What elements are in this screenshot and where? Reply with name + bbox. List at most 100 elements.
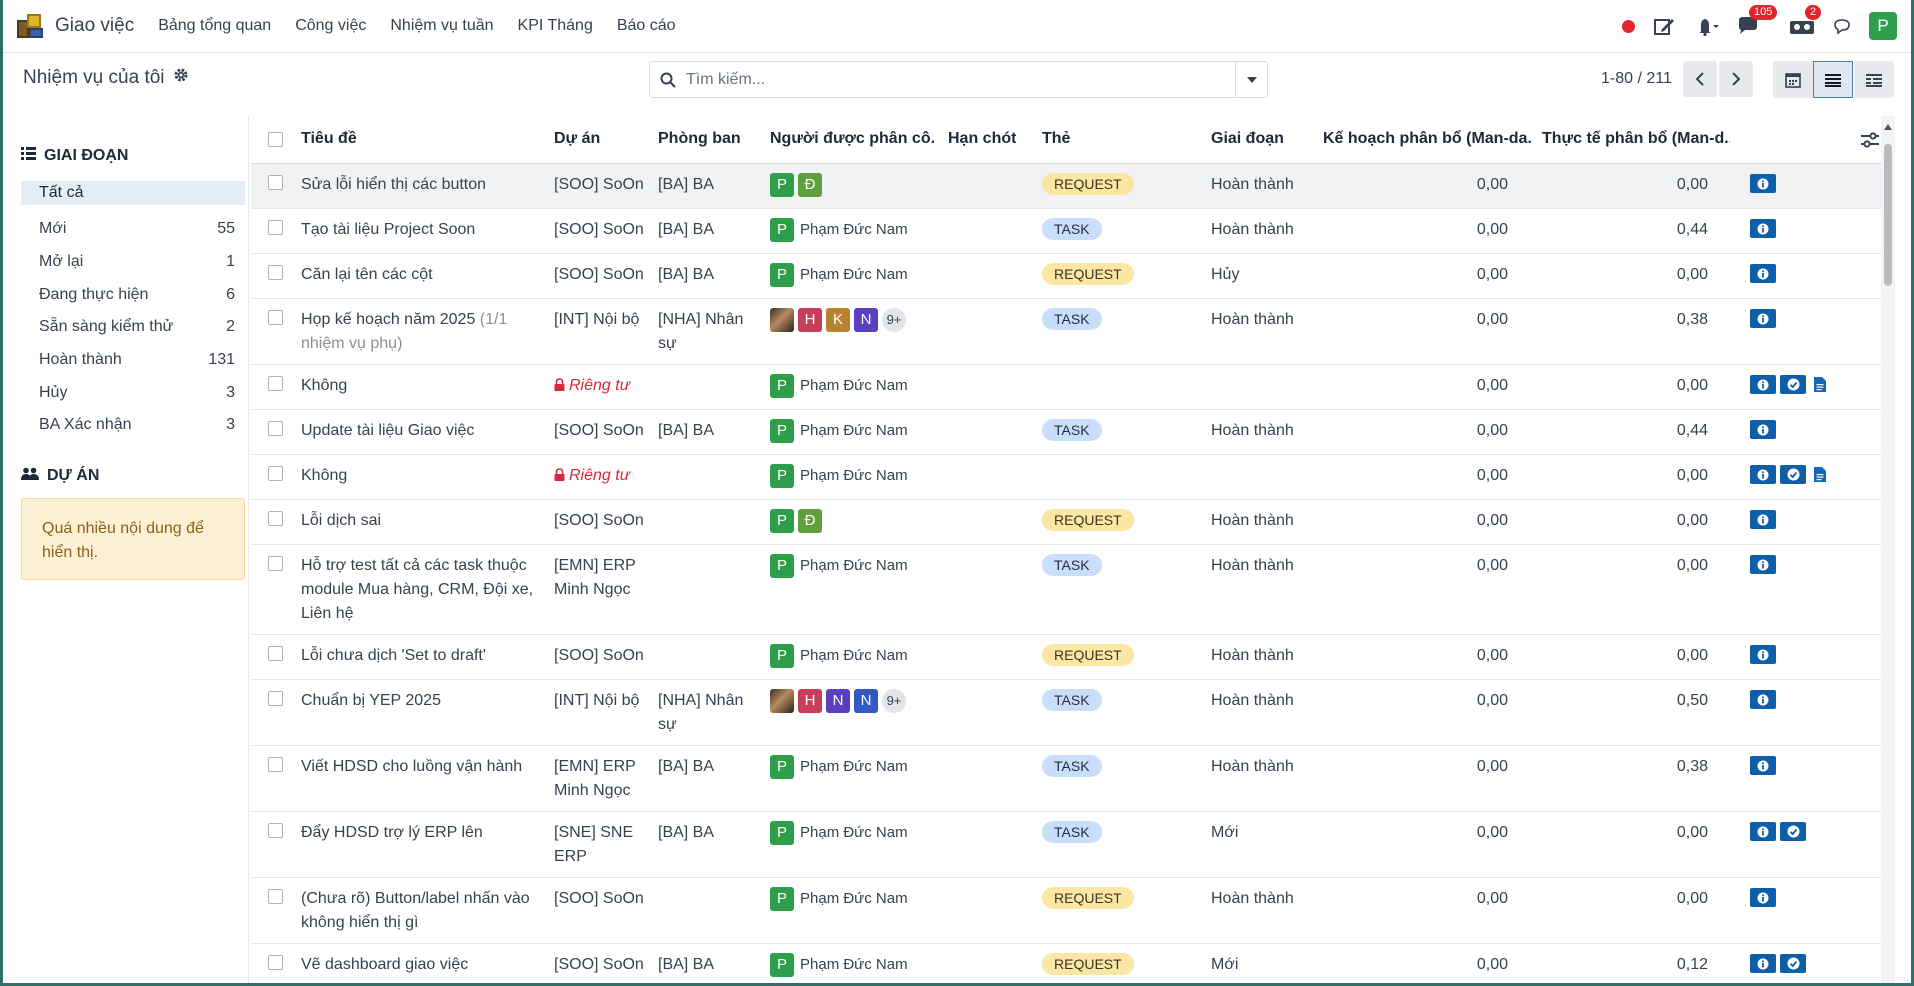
info-icon[interactable]	[1750, 756, 1776, 775]
assignee-avatar[interactable]: P	[770, 263, 794, 287]
stage-filter-done[interactable]: Hoàn thành 131	[21, 344, 245, 377]
row-checkbox[interactable]	[268, 556, 283, 571]
assignee-avatar[interactable]: P	[770, 374, 794, 398]
task-project[interactable]: [SNE] SNE ERP	[554, 821, 650, 869]
table-row[interactable]: Vẽ dashboard giao việc [SOO] SoOn [BA] BA P…	[251, 944, 1895, 983]
assignee-avatar[interactable]: P	[770, 419, 794, 443]
app-name[interactable]: Giao việc	[55, 15, 134, 37]
menu-dashboard[interactable]: Bảng tổng quan	[158, 17, 271, 35]
menu-kpi-month[interactable]: KPI Tháng	[518, 17, 593, 35]
task-title[interactable]: Không	[301, 464, 541, 488]
tag-task[interactable]: TASK	[1042, 755, 1102, 777]
info-icon[interactable]	[1750, 264, 1776, 283]
tag-request[interactable]: REQUEST	[1042, 953, 1134, 975]
row-checkbox[interactable]	[268, 646, 283, 661]
column-planned-allocation[interactable]: Kế hoạch phân bổ (Man-da...	[1323, 130, 1532, 148]
task-department[interactable]: [BA] BA	[658, 263, 756, 287]
table-row[interactable]: Đẩy HDSD trợ lý ERP lên [SNE] SNE ERP [BA]…	[251, 812, 1895, 878]
task-department[interactable]: [BA] BA	[658, 755, 756, 779]
task-project[interactable]: [INT] Nội bộ	[554, 689, 650, 713]
task-title[interactable]: Update tài liệu Giao việc	[301, 419, 541, 443]
scrollbar-thumb[interactable]	[1884, 144, 1892, 286]
task-title[interactable]: Căn lại tên các cột	[301, 263, 541, 287]
activities-icon[interactable]: 2	[1789, 5, 1822, 36]
task-title[interactable]: Chuẩn bị YEP 2025	[301, 689, 541, 713]
column-department[interactable]: Phòng ban	[658, 130, 741, 148]
assignee-avatar[interactable]: P	[770, 755, 794, 779]
info-icon[interactable]	[1750, 555, 1776, 574]
task-assignees[interactable]: P Phạm Đức Nam	[770, 887, 908, 911]
task-stage[interactable]: Hoàn thành	[1211, 644, 1294, 668]
pager-next-button[interactable]	[1719, 61, 1753, 97]
task-project[interactable]: [SOO] SoOn	[554, 263, 650, 287]
check-icon[interactable]	[1780, 375, 1806, 394]
messages-icon[interactable]: 105	[1737, 5, 1778, 36]
row-checkbox[interactable]	[268, 691, 283, 706]
stage-filter-all[interactable]: Tất cả	[21, 181, 245, 205]
more-assignees-badge[interactable]: 9+	[882, 308, 906, 332]
row-checkbox[interactable]	[268, 220, 283, 235]
info-icon[interactable]	[1750, 645, 1776, 664]
row-checkbox[interactable]	[268, 466, 283, 481]
edit-icon[interactable]	[1653, 16, 1675, 36]
task-title[interactable]: Sửa lỗi hiển thị các button	[301, 173, 541, 197]
tag-task[interactable]: TASK	[1042, 218, 1102, 240]
info-icon[interactable]	[1750, 510, 1776, 529]
table-row[interactable]: Chuẩn bị YEP 2025 [INT] Nội bộ [NHA] Nhân …	[251, 680, 1895, 746]
info-icon[interactable]	[1750, 465, 1776, 484]
assignee-avatar[interactable]: N	[854, 689, 878, 713]
row-checkbox[interactable]	[268, 175, 283, 190]
column-actual-allocation[interactable]: Thực tế phân bổ (Man-d...	[1542, 130, 1730, 148]
row-checkbox[interactable]	[268, 511, 283, 526]
assignee-avatar[interactable]: P	[770, 464, 794, 488]
column-project[interactable]: Dự án	[554, 130, 600, 148]
column-tags[interactable]: Thẻ	[1042, 130, 1070, 148]
assignee-avatar[interactable]: Đ	[798, 509, 822, 533]
row-checkbox[interactable]	[268, 757, 283, 772]
task-assignees[interactable]: P Phạm Đức Nam	[770, 419, 908, 443]
task-assignees[interactable]: P Phạm Đức Nam	[770, 263, 908, 287]
task-project[interactable]: [SOO] SoOn	[554, 509, 650, 533]
task-stage[interactable]: Hoàn thành	[1211, 509, 1294, 533]
bell-icon[interactable]	[1693, 16, 1719, 36]
table-row[interactable]: (Chưa rõ) Button/label nhấn vào không hi…	[251, 878, 1895, 944]
task-stage[interactable]: Hoàn thành	[1211, 308, 1294, 332]
assignee-avatar[interactable]: P	[770, 953, 794, 977]
calendar-view-button[interactable]	[1773, 61, 1813, 98]
assignee-avatar[interactable]: H	[798, 689, 822, 713]
check-icon[interactable]	[1780, 954, 1806, 973]
menu-reports[interactable]: Báo cáo	[617, 17, 676, 35]
column-title[interactable]: Tiêu đề	[301, 130, 357, 148]
stage-filter-cancelled[interactable]: Hủy 3	[21, 376, 245, 409]
task-title[interactable]: Đẩy HDSD trợ lý ERP lên	[301, 821, 541, 845]
task-title[interactable]: Không	[301, 374, 541, 398]
assignee-avatar[interactable]: K	[826, 308, 850, 332]
task-stage[interactable]: Hoàn thành	[1211, 419, 1294, 443]
task-stage[interactable]: Hủy	[1211, 263, 1239, 287]
row-checkbox[interactable]	[268, 310, 283, 325]
task-title[interactable]: Viết HDSD cho luồng vận hành	[301, 755, 541, 779]
column-stage[interactable]: Giai đoạn	[1211, 130, 1284, 148]
task-project[interactable]: [SOO] SoOn	[554, 887, 650, 911]
stage-filter-new[interactable]: Mới 55	[21, 213, 245, 246]
task-project[interactable]: [SOO] SoOn	[554, 218, 650, 242]
table-row[interactable]: Tạo tài liệu Project Soon [SOO] SoOn [BA] …	[251, 209, 1895, 254]
tag-request[interactable]: REQUEST	[1042, 173, 1134, 195]
assignee-photo-avatar[interactable]	[770, 308, 794, 332]
task-department[interactable]: [BA] BA	[658, 419, 756, 443]
info-icon[interactable]	[1750, 954, 1776, 973]
stage-filter-in-progress[interactable]: Đang thực hiện 6	[21, 278, 245, 311]
info-icon[interactable]	[1750, 309, 1776, 328]
tag-task[interactable]: TASK	[1042, 689, 1102, 711]
app-logo-icon[interactable]	[17, 12, 45, 40]
stage-filter-reopened[interactable]: Mở lại 1	[21, 246, 245, 279]
optional-columns-icon[interactable]	[1861, 132, 1879, 153]
task-project[interactable]: [EMN] ERP Minh Ngọc	[554, 554, 650, 602]
table-row[interactable]: Viết HDSD cho luồng vận hành [EMN] ERP Mi…	[251, 746, 1895, 812]
task-title[interactable]: Hỗ trợ test tất cả các task thuộc module…	[301, 554, 541, 626]
task-stage[interactable]: Hoàn thành	[1211, 554, 1294, 578]
task-department[interactable]: [BA] BA	[658, 173, 756, 197]
info-icon[interactable]	[1750, 174, 1776, 193]
task-stage[interactable]: Hoàn thành	[1211, 218, 1294, 242]
task-department[interactable]: [BA] BA	[658, 218, 756, 242]
